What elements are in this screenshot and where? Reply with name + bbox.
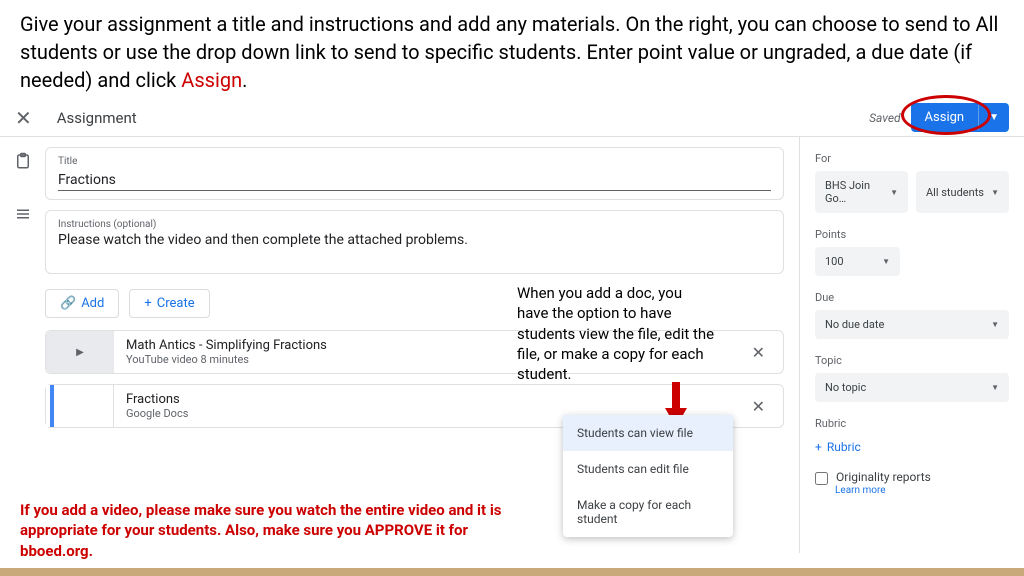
saved-status: Saved xyxy=(869,111,900,125)
annotation-video-warning: If you add a video, please make sure you… xyxy=(20,500,520,561)
video-thumbnail[interactable]: ▶ xyxy=(46,331,114,373)
originality-checkbox[interactable] xyxy=(815,472,828,485)
page-instructions: Give your assignment a title and instruc… xyxy=(0,0,1024,99)
close-icon[interactable]: ✕ xyxy=(15,106,32,130)
assign-button-label: Assign xyxy=(911,103,979,132)
assign-button[interactable]: Assign ▼ xyxy=(911,103,1009,132)
perm-option-view[interactable]: Students can view file xyxy=(563,415,733,451)
remove-doc-icon[interactable]: ✕ xyxy=(734,397,783,416)
caret-icon: ▼ xyxy=(991,383,999,392)
create-button-label: Create xyxy=(157,296,195,311)
learn-more-link[interactable]: Learn more xyxy=(835,485,1009,496)
caret-icon: ▼ xyxy=(991,188,999,197)
class-select-value: BHS Join Go… xyxy=(825,179,890,205)
sidebar: For BHS Join Go… ▼ All students ▼ Points… xyxy=(799,137,1024,553)
topic-value: No topic xyxy=(825,381,866,394)
students-select-value: All students xyxy=(926,186,984,199)
menu-icon[interactable] xyxy=(14,205,32,223)
plus-icon: + xyxy=(144,296,151,311)
add-button-label: Add xyxy=(81,296,104,311)
rubric-button[interactable]: + Rubric xyxy=(815,436,1009,458)
points-select[interactable]: 100 ▼ xyxy=(815,247,900,276)
header-title: Assignment xyxy=(57,109,869,127)
doc-color-bar xyxy=(50,385,54,427)
topic-select[interactable]: No topic ▼ xyxy=(815,373,1009,402)
content-area: Title Instructions (optional) Please wat… xyxy=(0,137,1024,553)
due-select[interactable]: No due date ▼ xyxy=(815,310,1009,339)
for-label: For xyxy=(815,152,1009,165)
title-label: Title xyxy=(58,156,771,167)
add-button[interactable]: 🔗 Add xyxy=(45,289,119,318)
originality-row: Originality reports xyxy=(815,470,1009,485)
create-button[interactable]: + Create xyxy=(129,289,209,318)
permission-dropdown: Students can view file Students can edit… xyxy=(563,415,733,537)
annotation-doc-options: When you add a doc, you have the option … xyxy=(517,283,717,384)
for-row: BHS Join Go… ▼ All students ▼ xyxy=(815,171,1009,213)
points-label: Points xyxy=(815,228,1009,241)
app-header: ✕ Assignment Saved Assign ▼ xyxy=(0,99,1024,137)
caret-icon: ▼ xyxy=(991,320,999,329)
assign-button-wrap: Assign ▼ xyxy=(911,103,1009,132)
perm-option-copy[interactable]: Make a copy for each student xyxy=(563,487,733,537)
due-label: Due xyxy=(815,291,1009,304)
assign-highlight: Assign xyxy=(181,68,242,92)
caret-icon: ▼ xyxy=(890,188,898,197)
title-input[interactable] xyxy=(58,172,771,188)
clipboard-icon[interactable] xyxy=(14,152,32,170)
plus-icon: + xyxy=(815,440,822,454)
doc-title: Fractions xyxy=(126,392,722,407)
perm-option-edit[interactable]: Students can edit file xyxy=(563,451,733,487)
instructions-field-card: Instructions (optional) Please watch the… xyxy=(45,210,784,274)
assign-dropdown-icon[interactable]: ▼ xyxy=(978,105,1009,130)
topic-label: Topic xyxy=(815,354,1009,367)
doc-thumbnail[interactable] xyxy=(46,385,114,427)
class-select[interactable]: BHS Join Go… ▼ xyxy=(815,171,908,213)
students-select[interactable]: All students ▼ xyxy=(916,171,1009,213)
caret-icon: ▼ xyxy=(882,257,890,266)
title-field-card: Title xyxy=(45,147,784,200)
title-underline xyxy=(58,190,771,191)
instructions-period: . xyxy=(242,68,247,92)
rubric-button-label: Rubric xyxy=(827,440,861,454)
due-value: No due date xyxy=(825,318,884,331)
originality-label: Originality reports xyxy=(836,470,931,484)
instructions-label: Instructions (optional) xyxy=(58,219,771,230)
left-icon-rail xyxy=(0,137,45,553)
rubric-label: Rubric xyxy=(815,417,1009,430)
remove-video-icon[interactable]: ✕ xyxy=(734,343,783,362)
instructions-text: Give your assignment a title and instruc… xyxy=(20,12,998,92)
instructions-input[interactable]: Please watch the video and then complete… xyxy=(58,232,771,248)
points-value: 100 xyxy=(825,255,844,268)
attach-icon: 🔗 xyxy=(60,296,76,311)
bottom-decoration-bar xyxy=(0,568,1024,576)
